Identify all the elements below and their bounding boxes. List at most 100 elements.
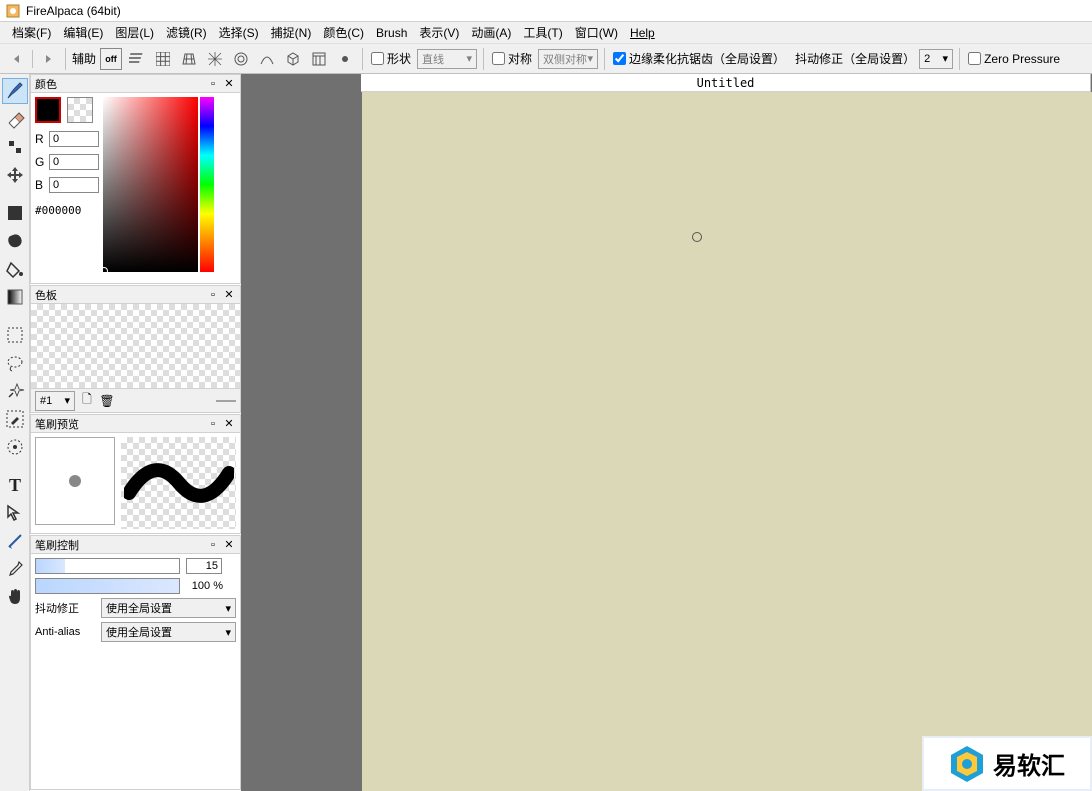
cursor-indicator xyxy=(692,232,702,242)
canvas-tab[interactable]: Untitled xyxy=(361,74,1091,92)
option-toolbar: 辅助 off 形状 直线▾ 对称 双侧对称▾ 边缘柔化抗锯齿（全局设置） 抖动修… xyxy=(0,44,1092,74)
select-pen-tool[interactable] xyxy=(2,406,28,432)
stabilize-row-label: 抖动修正 xyxy=(35,600,95,616)
menu-snap[interactable]: 捕捉(N) xyxy=(267,22,316,43)
close-icon[interactable]: ✕ xyxy=(222,417,236,431)
close-icon[interactable]: ✕ xyxy=(222,77,236,91)
brush-stroke-preview xyxy=(121,437,236,529)
dot-tool[interactable] xyxy=(2,134,28,160)
palette-panel: 色板 ▫✕ #1▾ 🗋 🗑 xyxy=(30,285,241,413)
symmetry-select[interactable]: 双侧对称▾ xyxy=(538,49,598,69)
sv-picker[interactable] xyxy=(103,97,198,272)
shape-checkbox[interactable]: 形状 xyxy=(371,50,411,67)
hex-label: #000000 xyxy=(35,204,99,217)
stabilize-label: 抖动修正（全局设置） xyxy=(795,50,915,67)
panel-stack: 颜色 ▫ ✕ R G B #000000 xyxy=(30,74,241,791)
bucket-tool[interactable] xyxy=(2,256,28,282)
dock-icon[interactable]: ▫ xyxy=(206,77,220,91)
operation-tool[interactable] xyxy=(2,500,28,526)
bullet-icon[interactable] xyxy=(334,48,356,70)
opacity-value: 100 % xyxy=(186,579,226,593)
delete-palette-icon[interactable]: 🗑 xyxy=(99,394,115,408)
stabilize-select[interactable]: 2▾ xyxy=(919,49,953,69)
b-input[interactable] xyxy=(49,177,99,193)
canvas[interactable] xyxy=(362,92,1092,791)
snap-curve-icon[interactable] xyxy=(256,48,278,70)
select-lasso-tool[interactable] xyxy=(2,350,28,376)
menu-bar: 档案(F) 编辑(E) 图层(L) 滤镜(R) 选择(S) 捕捉(N) 颜色(C… xyxy=(0,22,1092,44)
menu-layer[interactable]: 图层(L) xyxy=(111,22,158,43)
new-palette-icon[interactable]: 🗋 xyxy=(79,390,95,411)
menu-window[interactable]: 窗口(W) xyxy=(571,22,622,43)
magic-wand-tool[interactable] xyxy=(2,378,28,404)
divide-tool[interactable] xyxy=(2,528,28,554)
shape-select[interactable]: 直线▾ xyxy=(417,49,477,69)
hand-tool[interactable] xyxy=(2,584,28,610)
zero-pressure-checkbox[interactable]: Zero Pressure xyxy=(968,52,1060,66)
hue-slider[interactable] xyxy=(200,97,214,272)
stabilize-row-select[interactable]: 使用全局设置▾ xyxy=(101,598,236,618)
select-brush-tool[interactable] xyxy=(2,434,28,460)
antialias-checkbox[interactable]: 边缘柔化抗锯齿（全局设置） xyxy=(613,50,785,67)
menu-color[interactable]: 颜色(C) xyxy=(319,22,368,43)
gradient-tool[interactable] xyxy=(2,284,28,310)
menu-animation[interactable]: 动画(A) xyxy=(467,22,515,43)
snap-3d-icon[interactable] xyxy=(282,48,304,70)
dock-icon[interactable]: ▫ xyxy=(206,417,220,431)
redo-button[interactable] xyxy=(37,48,59,70)
palette-area[interactable] xyxy=(31,304,240,388)
snap-settings-icon[interactable] xyxy=(308,48,330,70)
menu-tool[interactable]: 工具(T) xyxy=(519,22,566,43)
menu-help[interactable]: Help xyxy=(626,24,659,42)
foreground-swatch[interactable] xyxy=(35,97,61,123)
close-icon[interactable]: ✕ xyxy=(222,288,236,302)
title-bar: FireAlpaca (64bit) xyxy=(0,0,1092,22)
menu-edit[interactable]: 编辑(E) xyxy=(59,22,107,43)
line-icon[interactable] xyxy=(216,397,236,405)
watermark-logo: 易软汇 xyxy=(922,736,1092,791)
app-icon xyxy=(6,4,20,18)
size-slider[interactable] xyxy=(35,558,180,574)
move-tool[interactable] xyxy=(2,162,28,188)
undo-button[interactable] xyxy=(6,48,28,70)
dock-icon[interactable]: ▫ xyxy=(206,538,220,552)
dock-icon[interactable]: ▫ xyxy=(206,288,220,302)
eyedropper-tool[interactable] xyxy=(2,556,28,582)
text-tool[interactable]: T xyxy=(2,472,28,498)
menu-view[interactable]: 表示(V) xyxy=(415,22,463,43)
lasso-fill-tool[interactable] xyxy=(2,228,28,254)
r-input[interactable] xyxy=(49,131,99,147)
eraser-tool[interactable] xyxy=(2,106,28,132)
antialias-row-select[interactable]: 使用全局设置▾ xyxy=(101,622,236,642)
fill-shape-tool[interactable] xyxy=(2,200,28,226)
close-icon[interactable]: ✕ xyxy=(222,538,236,552)
menu-filter[interactable]: 滤镜(R) xyxy=(162,22,211,43)
g-input[interactable] xyxy=(49,154,99,170)
canvas-area: Untitled xyxy=(241,74,1092,791)
assist-label: 辅助 xyxy=(72,50,96,67)
background-swatch[interactable] xyxy=(67,97,93,123)
brush-preview-title: 笔刷预览 xyxy=(35,416,79,432)
app-title: FireAlpaca (64bit) xyxy=(26,4,121,18)
snap-radial-icon[interactable] xyxy=(230,48,252,70)
palette-panel-title: 色板 xyxy=(35,287,57,303)
brush-preview-panel: 笔刷预览 ▫✕ xyxy=(30,414,241,534)
menu-brush[interactable]: Brush xyxy=(372,24,411,42)
tool-strip: T xyxy=(0,74,30,791)
select-rect-tool[interactable] xyxy=(2,322,28,348)
menu-file[interactable]: 档案(F) xyxy=(8,22,55,43)
snap-grid-icon[interactable] xyxy=(152,48,174,70)
palette-slot-select[interactable]: #1▾ xyxy=(35,391,75,411)
brush-tool[interactable] xyxy=(2,78,28,104)
size-value[interactable]: 15 xyxy=(186,558,222,574)
color-panel-title: 颜色 xyxy=(35,76,57,92)
snap-vanishing-icon[interactable] xyxy=(204,48,226,70)
assist-off-button[interactable]: off xyxy=(100,48,122,70)
snap-perspective-icon[interactable] xyxy=(178,48,200,70)
menu-select[interactable]: 选择(S) xyxy=(215,22,263,43)
symmetry-checkbox[interactable]: 对称 xyxy=(492,50,532,67)
color-panel: 颜色 ▫ ✕ R G B #000000 xyxy=(30,74,241,284)
snap-parallel-icon[interactable] xyxy=(126,48,148,70)
opacity-slider[interactable] xyxy=(35,578,180,594)
brush-control-title: 笔刷控制 xyxy=(35,537,79,553)
